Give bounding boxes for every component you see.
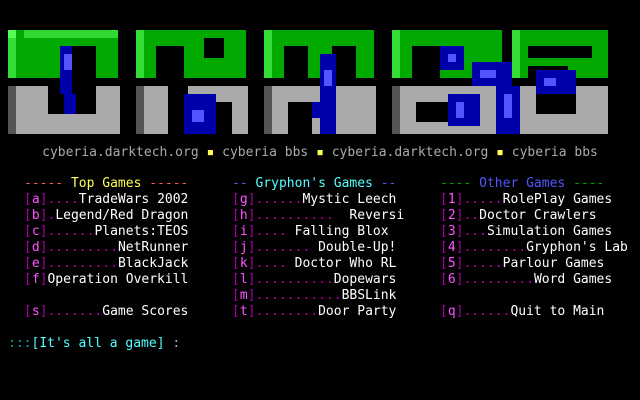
header-dashes: -- — [380, 176, 397, 191]
logo-green-band — [8, 30, 608, 78]
menu-key: e — [31, 256, 40, 271]
menu-label: NetRunner — [117, 240, 189, 255]
menu-label: Door Party — [318, 304, 397, 319]
menu-key: t — [239, 304, 248, 319]
top-games-column: ----- Top Games ----- [a].... TradeWars 2… — [24, 176, 224, 320]
menu-item-bbslink[interactable]: [m]........... BBSLink — [232, 288, 432, 304]
menu-item-doctor-who-rl[interactable]: [k].... Doctor Who RL — [232, 256, 432, 272]
menu-label: Game Scores — [102, 304, 189, 319]
menu-item-roleplay-games[interactable]: [1]..... RolePlay Games — [440, 192, 640, 208]
header-dashes: ---- — [573, 176, 605, 191]
menu-item-doctor-crawlers[interactable]: [2].. Doctor Crawlers — [440, 208, 640, 224]
menu-item-mystic-leech[interactable]: [g]...... Mystic Leech — [232, 192, 432, 208]
menu-label: Dopewars — [333, 272, 397, 287]
command-prompt[interactable]: :::[It's all a game] : — [8, 336, 180, 352]
menu-label: Quit to Main — [510, 304, 605, 319]
menu-item-parlour-games[interactable]: [5]..... Parlour Games — [440, 256, 640, 272]
menu-label: Word Games — [533, 272, 613, 287]
menu-key: d — [31, 240, 40, 255]
bullet-icon: ▪ — [206, 145, 215, 160]
gryphons-games-header: -- Gryphon's Games -- — [232, 176, 432, 192]
menu-key: 3 — [447, 224, 456, 239]
menu-item-word-games[interactable]: [6]......... Word Games — [440, 272, 640, 288]
menu-key: q — [447, 304, 456, 319]
header-dashes: ----- — [24, 176, 64, 191]
menu-label: Operation Overkill — [47, 272, 189, 287]
menu-item-dopewars[interactable]: [l].......... Dopewars — [232, 272, 432, 288]
prompt-cursor: : — [164, 336, 181, 351]
header-dashes: ----- — [149, 176, 189, 191]
menu-item-tradewars[interactable]: [a].... TradeWars 2002 — [24, 192, 224, 208]
menu-key: a — [31, 192, 40, 207]
menu-item-planets-teos[interactable]: [c]...... Planets:TEOS — [24, 224, 224, 240]
gryphons-games-column: -- Gryphon's Games -- [g]...... Mystic Le… — [232, 176, 432, 320]
menu-label: Doctor Who RL — [286, 256, 397, 271]
top-games-header: ----- Top Games ----- — [24, 176, 224, 192]
menu-item-gryphons-lab[interactable]: [4]........ Gryphon's Lab — [440, 240, 640, 256]
menu-label: Legend/Red Dragon — [55, 208, 189, 223]
other-games-column: ---- Other Games ---- [1]..... RolePlay G… — [440, 176, 640, 320]
bullet-icon: ▪ — [496, 145, 504, 160]
menu-item-simulation-games[interactable]: [3]... Simulation Games — [440, 224, 640, 240]
other-games-header: ---- Other Games ---- — [440, 176, 640, 192]
tagline-host-2: cyberia.darktech.org — [331, 145, 489, 160]
menu-key: f — [31, 272, 40, 287]
menu-label: Gryphon's Lab — [526, 240, 628, 255]
menu-key: 1 — [447, 192, 456, 207]
bbs-ansi-logo — [8, 30, 608, 134]
menu-item-operation-overkill[interactable]: [f] Operation Overkill — [24, 272, 224, 288]
menu-item-legend-red-dragon[interactable]: [b]. Legend/Red Dragon — [24, 208, 224, 224]
header-dashes: ---- — [440, 176, 472, 191]
menu-key: h — [239, 208, 248, 223]
menu-label: RolePlay Games — [502, 192, 613, 207]
menu-item-double-up[interactable]: [j]....... Double-Up! — [232, 240, 432, 256]
menu-key: m — [239, 288, 248, 303]
menu-label: Parlour Games — [502, 256, 605, 271]
menu-item-quit-to-main[interactable]: [q]...... Quit to Main — [440, 304, 640, 320]
menu-item-door-party[interactable]: [t]........ Door Party — [232, 304, 432, 320]
tagline-name-1: cyberia bbs — [222, 145, 309, 160]
menu-label: Planets:TEOS — [94, 224, 189, 239]
menu-label: BBSLink — [341, 288, 397, 303]
menu-label: TradeWars 2002 — [78, 192, 189, 207]
menu-key: 5 — [447, 256, 456, 271]
menu-label: BlackJack — [117, 256, 189, 271]
menu-key: s — [31, 304, 40, 319]
menu-key: b — [31, 208, 40, 223]
menu-label: Doctor Crawlers — [479, 208, 597, 223]
header-dashes: -- — [232, 176, 248, 191]
bullet-icon: ▪ — [316, 145, 324, 160]
tagline-host-1: cyberia.darktech.org — [42, 145, 199, 160]
prompt-colons: ::: — [8, 336, 32, 351]
menu-key: l — [239, 272, 248, 287]
menu-item-reversi[interactable]: [h].......... Reversi — [232, 208, 432, 224]
menu-key: c — [31, 224, 40, 239]
menu-item-game-scores[interactable]: [s]....... Game Scores — [24, 304, 224, 320]
menu-key: g — [239, 192, 248, 207]
prompt-text: It's all a game — [39, 336, 157, 351]
tagline-name-2: cyberia bbs — [511, 145, 598, 160]
menu-item-falling-blox[interactable]: [i].... Falling Blox — [232, 224, 432, 240]
menu-key: j — [239, 240, 248, 255]
menu-key: 2 — [447, 208, 456, 223]
menu-label: Double-Up! — [310, 240, 397, 255]
tagline: cyberia.darktech.org ▪ cyberia bbs ▪ cyb… — [0, 145, 640, 161]
menu-key: i — [239, 224, 248, 239]
menu-label: Falling Blox — [286, 224, 389, 239]
menu-key: 6 — [447, 272, 456, 287]
top-games-title: Top Games — [63, 176, 150, 191]
menu-label: Mystic Leech — [302, 192, 397, 207]
menu-key: k — [239, 256, 248, 271]
menu-item-netrunner[interactable]: [d]......... NetRunner — [24, 240, 224, 256]
gryphons-games-title: Gryphon's Games — [247, 176, 381, 191]
menu-key: 4 — [447, 240, 456, 255]
menu-label: Reversi — [333, 208, 405, 223]
other-games-title: Other Games — [471, 176, 574, 191]
menu-label: Simulation Games — [486, 224, 613, 239]
menu-item-blackjack[interactable]: [e]......... BlackJack — [24, 256, 224, 272]
